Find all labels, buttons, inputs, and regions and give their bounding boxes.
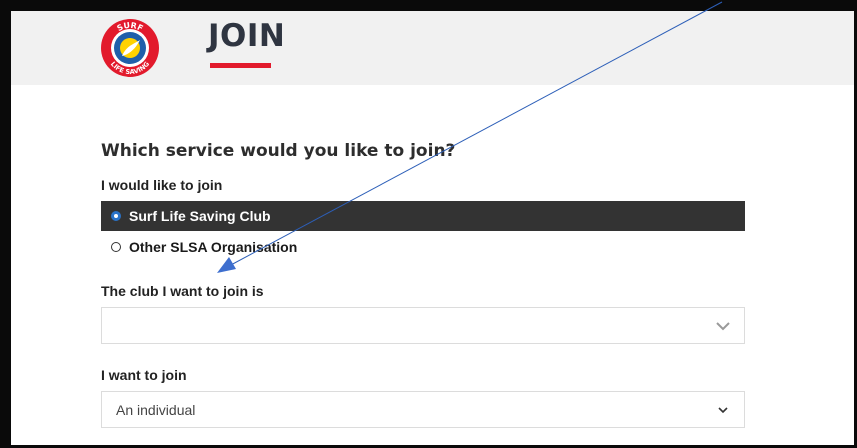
question-heading: Which service would you like to join?: [101, 141, 456, 161]
radio-unselected-icon: [111, 242, 121, 252]
header-bar: SURF LIFE SAVING JOIN: [11, 11, 854, 85]
radio-surf-life-saving-club[interactable]: Surf Life Saving Club: [101, 201, 745, 231]
title-underline: [210, 63, 271, 68]
radio-selected-icon: [111, 211, 121, 221]
chevron-down-icon: [716, 321, 730, 330]
club-select[interactable]: [101, 307, 745, 344]
chevron-down-icon: [718, 406, 728, 413]
surf-life-saving-logo: SURF LIFE SAVING: [101, 19, 159, 77]
radio-other-slsa-organisation[interactable]: Other SLSA Organisation: [101, 232, 745, 262]
radio-label: Surf Life Saving Club: [129, 208, 271, 224]
member-type-select[interactable]: An individual: [101, 391, 745, 428]
browser-frame: SURF LIFE SAVING JOIN Which service woul…: [0, 0, 857, 448]
join-type-label: I would like to join: [101, 177, 223, 193]
club-label: The club I want to join is: [101, 283, 264, 299]
want-to-join-label: I want to join: [101, 367, 187, 383]
member-type-select-value: An individual: [116, 401, 196, 418]
page-title: JOIN: [208, 18, 286, 54]
radio-label: Other SLSA Organisation: [129, 239, 298, 255]
